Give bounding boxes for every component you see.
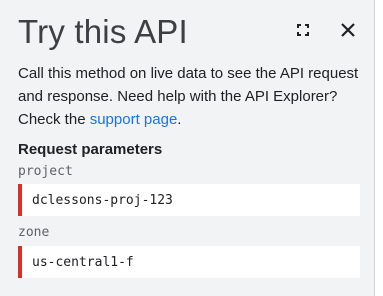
support-page-link[interactable]: support page xyxy=(90,111,178,128)
zone-input[interactable] xyxy=(22,246,360,278)
panel-header: Try this API xyxy=(0,0,374,60)
close-button[interactable] xyxy=(336,18,360,42)
param-label-project: project xyxy=(18,164,73,179)
fullscreen-icon xyxy=(297,24,309,36)
param-label-zone: zone xyxy=(18,225,50,240)
description-end: . xyxy=(177,111,182,128)
project-input[interactable] xyxy=(22,184,360,216)
request-parameters-heading: Request parameters xyxy=(18,141,163,158)
project-field[interactable] xyxy=(18,184,360,216)
try-this-api-panel: Try this API Call this method on live da… xyxy=(0,0,375,296)
fullscreen-button[interactable] xyxy=(291,18,315,42)
panel-title: Try this API xyxy=(18,13,188,50)
panel-description: Call this method on live data to see the… xyxy=(18,62,364,131)
close-icon xyxy=(341,23,355,37)
zone-field[interactable] xyxy=(18,246,360,278)
description-text: Call this method on live data to see the… xyxy=(18,65,359,128)
